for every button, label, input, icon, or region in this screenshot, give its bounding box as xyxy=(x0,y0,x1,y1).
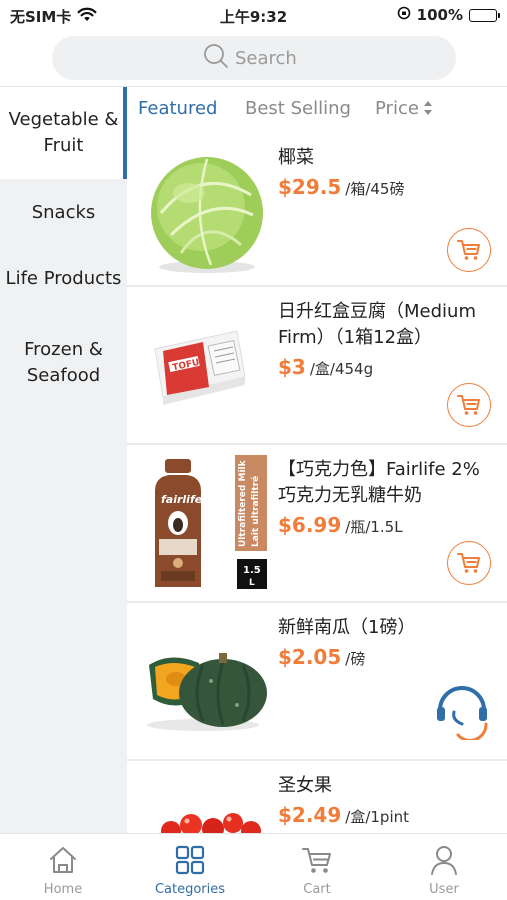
tab-label: Home xyxy=(43,882,83,897)
sort-arrows-icon[interactable] xyxy=(423,100,433,120)
product-item[interactable]: 椰菜 $29.5 /箱/45磅 xyxy=(127,133,507,285)
product-name: 日升红盒豆腐（Medium Firm）（1箱12盒） xyxy=(278,301,476,348)
cart-icon xyxy=(457,240,480,260)
product-price: $29.5 xyxy=(278,175,342,199)
cart-icon xyxy=(457,395,480,415)
product-price: $2.49 xyxy=(278,803,342,827)
svg-text:fairlife: fairlife xyxy=(161,493,203,506)
cart-icon xyxy=(457,553,480,573)
sidebar-item-label: Life Products xyxy=(5,268,122,289)
tab-home[interactable]: Home xyxy=(0,834,126,900)
product-name: 圣女果 xyxy=(278,775,332,796)
status-bar: 无SIM卡 上午9:32 100% xyxy=(0,0,507,30)
battery-percent: 100% xyxy=(416,6,463,24)
tab-price[interactable]: Price xyxy=(375,98,419,119)
tab-user[interactable]: User xyxy=(381,834,507,900)
home-icon xyxy=(50,847,76,873)
tab-label: Categories xyxy=(154,882,226,897)
search-bar xyxy=(0,30,507,86)
product-name: 【巧克力色】Fairlife 2% 巧克力无乳糖牛奶 xyxy=(278,459,480,506)
sidebar-item-snacks[interactable]: Snacks xyxy=(0,187,127,239)
orientation-lock-icon xyxy=(397,6,411,24)
tab-label: User xyxy=(429,882,459,897)
tab-featured[interactable]: Featured xyxy=(138,98,217,119)
bottom-tab-bar: Home Categories Cart User xyxy=(0,833,507,900)
search-icon xyxy=(203,43,229,73)
search-input[interactable] xyxy=(235,47,305,69)
product-image-cabbage xyxy=(151,157,263,273)
svg-text:Lait ultrafiltré: Lait ultrafiltré xyxy=(250,476,261,547)
sort-tabs: Featured Best Selling Price xyxy=(127,87,507,133)
sidebar-item-label: Vegetable & Fruit xyxy=(8,109,119,156)
product-unit: /盒/454g xyxy=(309,360,374,378)
sidebar-item-vegetable-fruit[interactable]: Vegetable & Fruit xyxy=(0,87,127,179)
tab-categories[interactable]: Categories xyxy=(127,834,253,900)
product-unit: /磅 xyxy=(345,650,366,668)
add-to-cart-button[interactable] xyxy=(447,383,491,427)
product-name: 新鲜南瓜（1磅） xyxy=(278,617,416,638)
search-box[interactable] xyxy=(52,36,456,80)
product-item[interactable]: TOFU 日升红盒豆腐（Medium Firm）（1箱12盒） $3 /盒/45… xyxy=(127,287,507,443)
product-item[interactable]: 圣女果 $2.49 /盒/1pint xyxy=(127,761,507,833)
product-image-pumpkin xyxy=(147,653,267,731)
sidebar-item-frozen-seafood[interactable]: Frozen & Seafood xyxy=(0,321,127,405)
tab-label: Cart xyxy=(303,882,331,897)
categories-icon xyxy=(175,845,205,875)
add-to-cart-button[interactable] xyxy=(447,541,491,585)
svg-text:1.5: 1.5 xyxy=(243,565,261,576)
headset-icon xyxy=(437,686,488,742)
add-to-cart-button[interactable] xyxy=(447,228,491,272)
customer-service-button[interactable] xyxy=(432,680,492,742)
battery-icon xyxy=(469,8,500,22)
product-price: $6.99 xyxy=(278,513,342,537)
product-price: $3 xyxy=(278,355,306,379)
product-image-milk: fairlife Ultrafiltered Milk Lait ultrafi… xyxy=(155,455,267,589)
product-image-tofu: TOFU xyxy=(154,330,246,405)
sidebar-item-life-products[interactable]: Life Products xyxy=(0,253,127,305)
product-price: $2.05 xyxy=(278,645,342,669)
svg-text:Ultrafiltered Milk: Ultrafiltered Milk xyxy=(238,459,248,547)
product-unit: /瓶/1.5L xyxy=(345,518,403,536)
cart-icon xyxy=(302,848,331,873)
svg-text:L: L xyxy=(249,578,255,588)
product-image-tomatoes xyxy=(161,813,261,833)
product-unit: /箱/45磅 xyxy=(345,180,405,198)
sidebar-item-label: Frozen & Seafood xyxy=(24,339,103,386)
product-unit: /盒/1pint xyxy=(345,808,409,826)
tab-cart[interactable]: Cart xyxy=(254,834,380,900)
product-name: 椰菜 xyxy=(278,147,314,168)
product-item[interactable]: fairlife Ultrafiltered Milk Lait ultrafi… xyxy=(127,445,507,601)
tab-best-selling[interactable]: Best Selling xyxy=(245,98,351,119)
category-sidebar: Vegetable & Fruit Snacks Life Products F… xyxy=(0,87,127,833)
user-icon xyxy=(431,846,457,875)
sidebar-item-label: Snacks xyxy=(31,202,96,223)
